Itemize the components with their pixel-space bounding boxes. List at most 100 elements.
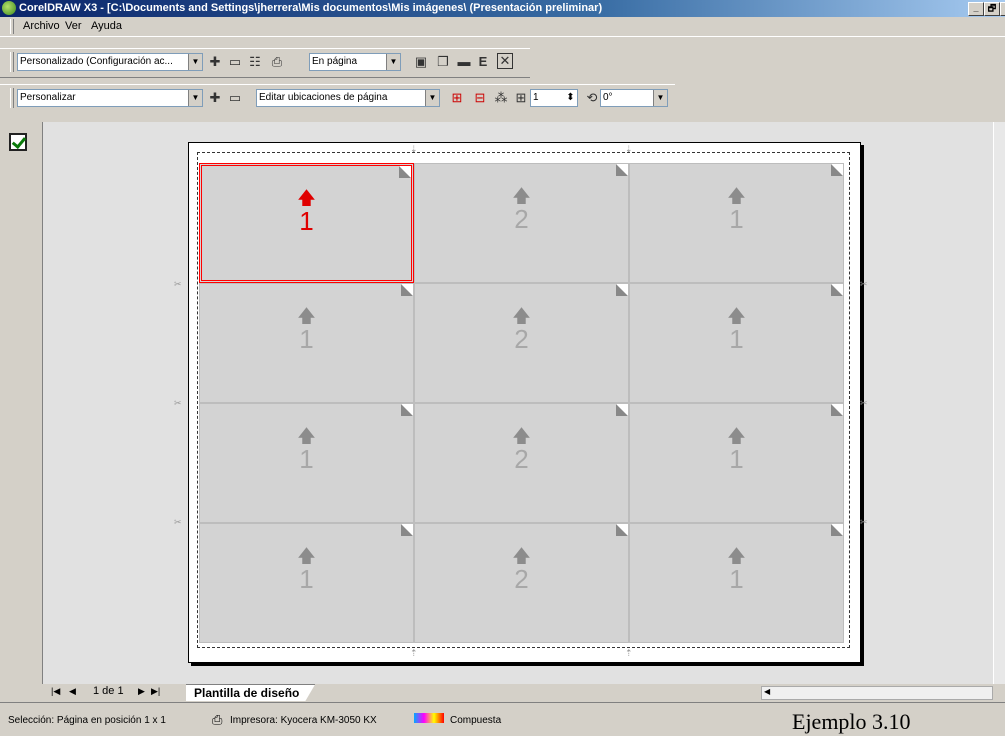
layout-select-value: Personalizar: [20, 92, 76, 103]
cut-mark-icon: ⇡: [625, 648, 633, 658]
prev-page-icon[interactable]: ◀: [69, 686, 76, 697]
coreldraw-app-icon[interactable]: [2, 1, 16, 15]
fit-select-value: En página: [312, 56, 358, 67]
rotate-icon: ⟲: [586, 90, 598, 105]
menu-ver[interactable]: Ver: [65, 20, 82, 32]
emulsion-text-icon[interactable]: E: [474, 53, 492, 71]
layout-select[interactable]: Personalizar ▼: [17, 89, 203, 107]
cut-mark-icon: ⇣: [625, 144, 633, 154]
edit-placement-select[interactable]: Editar ubicaciones de página ▼: [256, 89, 440, 107]
preset-select[interactable]: Personalizado (Configuración ac... ▼: [17, 53, 203, 71]
last-page-icon[interactable]: ▶|: [151, 686, 160, 697]
print-styles-icon[interactable]: ⎙: [268, 53, 286, 71]
page-number-label: 2: [514, 204, 529, 234]
chevron-down-icon: ▼: [653, 90, 667, 106]
remove-preset-icon[interactable]: ▭: [226, 53, 244, 71]
pick-tool-checkbox-icon[interactable]: [9, 133, 27, 151]
rotation-value: 0°: [603, 92, 613, 103]
cut-mark-icon: ⇣: [410, 144, 418, 154]
remove-layout-icon[interactable]: ▭: [226, 89, 244, 107]
page-fold-icon: [831, 284, 843, 296]
minimize-button[interactable]: _: [968, 2, 984, 16]
menu-ayuda[interactable]: Ayuda: [91, 20, 122, 32]
intelligent-order-icon[interactable]: ⁂: [492, 89, 510, 107]
negative-film-icon[interactable]: ▬: [455, 53, 473, 71]
page-cell[interactable]: 🡅 1: [199, 163, 414, 283]
add-layout-icon[interactable]: ✚: [206, 89, 224, 107]
page-cell[interactable]: 🡅 1: [629, 523, 844, 643]
cut-mark-icon: ✂: [174, 517, 182, 527]
toolbar-spacer: [0, 113, 1005, 122]
page-number-label: 1: [299, 324, 314, 354]
tab-label: Plantilla de diseño: [194, 686, 300, 700]
scroll-left-icon[interactable]: ◀: [764, 687, 770, 696]
page-number-label: 2: [514, 564, 529, 594]
page-cell[interactable]: 🡅 1: [629, 283, 844, 403]
separations-icon[interactable]: ❐: [434, 53, 452, 71]
page-number-icon: ⊞: [515, 90, 527, 105]
page-number-label: 1: [729, 324, 744, 354]
print-options-icon[interactable]: ☷: [246, 53, 264, 71]
page-number-label: 1: [729, 204, 744, 234]
page-cell[interactable]: 🡅 2: [414, 523, 629, 643]
chevron-down-icon: ▼: [386, 54, 400, 70]
page-fold-icon: [401, 404, 413, 416]
tab-plantilla-de-diseno[interactable]: Plantilla de diseño: [186, 684, 315, 701]
toolbox: [0, 122, 43, 684]
page-fold-icon: [399, 166, 411, 178]
vertical-scrollbar[interactable]: [993, 122, 1005, 684]
page-number-field[interactable]: 1 ⬍: [530, 89, 578, 107]
rotation-select[interactable]: 0° ▼: [600, 89, 668, 107]
page-cell[interactable]: 🡅 1: [199, 283, 414, 403]
chevron-down-icon: ▼: [425, 90, 439, 106]
page-fold-icon: [616, 164, 628, 176]
layout-toolbar: Personalizar ▼ ✚ ▭ Editar ubicaciones de…: [0, 84, 675, 114]
menu-archivo[interactable]: Archivo: [23, 20, 60, 32]
page-number-label: 2: [514, 324, 529, 354]
spinner-icon[interactable]: ⬍: [564, 90, 577, 106]
toolbar-grip[interactable]: [10, 88, 14, 108]
page-cell[interactable]: 🡅 1: [629, 403, 844, 523]
page-fold-icon: [401, 524, 413, 536]
page-number-label: 1: [299, 444, 314, 474]
close-button[interactable]: x: [1000, 2, 1005, 16]
page-fold-icon: [831, 404, 843, 416]
page-count: 1 de 1: [93, 685, 124, 697]
title-bar: CorelDRAW X3 - [C:\Documents and Setting…: [0, 0, 1005, 17]
close-preview-icon[interactable]: ✕: [497, 53, 513, 69]
page-cell[interactable]: 🡅 2: [414, 283, 629, 403]
toolbar-grip[interactable]: [10, 52, 14, 72]
page-number-label: 1: [299, 206, 314, 236]
page-order-icon[interactable]: ⊞: [448, 89, 466, 107]
page-fold-icon: [616, 404, 628, 416]
preset-select-value: Personalizado (Configuración ac...: [20, 56, 173, 67]
example-caption: Ejemplo 3.10: [792, 709, 911, 734]
horizontal-scrollbar[interactable]: ◀: [761, 686, 993, 700]
cut-mark-icon: ✂: [860, 398, 868, 408]
page-number-value: 1: [533, 92, 539, 103]
page-cell[interactable]: 🡅 1: [199, 403, 414, 523]
page-fold-icon: [616, 284, 628, 296]
fit-select[interactable]: En página ▼: [309, 53, 401, 71]
page-cell[interactable]: 🡅 1: [629, 163, 844, 283]
page-cell[interactable]: 🡅 2: [414, 163, 629, 283]
page-cell[interactable]: 🡅 2: [414, 403, 629, 523]
cut-mark-icon: ✂: [860, 517, 868, 527]
printer-status: Impresora: Kyocera KM-3050 KX: [230, 715, 377, 726]
full-screen-icon[interactable]: ▣: [412, 53, 430, 71]
restore-button[interactable]: 🗗: [984, 2, 1000, 16]
next-page-icon[interactable]: ▶: [138, 686, 145, 697]
color-mode-icon: [414, 713, 444, 723]
edit-placement-value: Editar ubicaciones de página: [259, 92, 388, 103]
auto-order-icon[interactable]: ⊟: [471, 89, 489, 107]
cut-mark-icon: ✂: [174, 398, 182, 408]
preview-toolbar: Personalizado (Configuración ac... ▼ ✚ ▭…: [0, 48, 530, 78]
color-mode-status: Compuesta: [450, 715, 502, 726]
menu-grip[interactable]: [10, 19, 14, 34]
page-number-label: 1: [729, 444, 744, 474]
add-preset-icon[interactable]: ✚: [206, 53, 224, 71]
selection-status: Selección: Página en posición 1 x 1: [8, 715, 166, 726]
first-page-icon[interactable]: |◀: [51, 686, 60, 697]
page-cell[interactable]: 🡅 1: [199, 523, 414, 643]
page-number-label: 1: [729, 564, 744, 594]
